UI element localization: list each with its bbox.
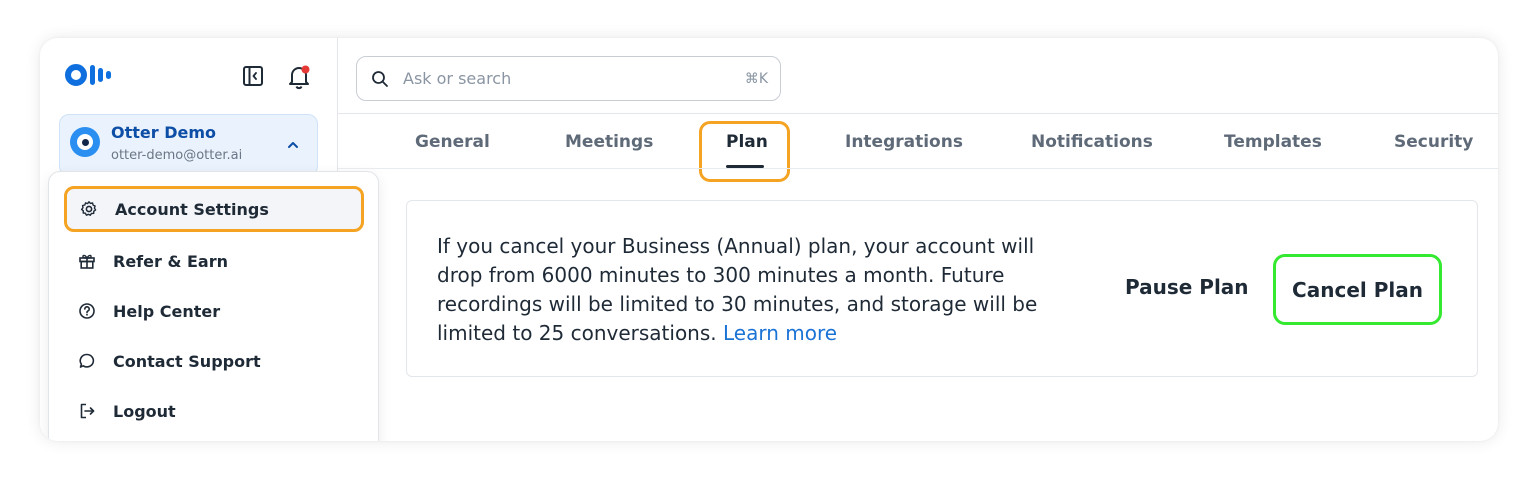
otter-logo[interactable] [65,64,111,86]
search-icon [370,69,390,89]
gift-icon [76,250,98,272]
chevron-up-icon[interactable] [286,137,300,156]
search-placeholder: Ask or search [403,69,512,88]
app-window: Otter Demo otter-demo@otter.ai Account S… [40,38,1498,441]
tab-security[interactable]: Security [1394,132,1473,152]
avatar [70,127,100,157]
menu-item-label: Help Center [113,301,221,321]
menu-item-contact-support[interactable]: Contact Support [65,338,363,384]
menu-item-refer-earn[interactable]: Refer & Earn [65,238,363,284]
cancel-plan-label: Cancel Plan [1292,277,1423,302]
cancel-plan-panel: If you cancel your Business (Annual) pla… [406,200,1478,377]
tab-meetings[interactable]: Meetings [565,132,653,152]
tab-plan[interactable]: Plan [726,132,768,152]
user-name: Otter Demo [111,123,217,142]
cancel-plan-button[interactable]: Cancel Plan [1273,254,1442,325]
tab-integrations[interactable]: Integrations [845,132,963,152]
bell-icon[interactable] [286,64,312,90]
menu-item-label: Account Settings [115,199,269,219]
tab-templates[interactable]: Templates [1224,132,1322,152]
gear-icon [78,198,100,220]
user-card[interactable]: Otter Demo otter-demo@otter.ai [59,114,318,176]
menu-item-label: Contact Support [113,351,261,371]
logout-icon [76,400,98,422]
menu-item-help-center[interactable]: Help Center [65,288,363,334]
search-input[interactable]: Ask or search ⌘K [356,56,781,101]
menu-item-label: Refer & Earn [113,251,228,271]
help-icon [76,300,98,322]
chat-icon [76,350,98,372]
learn-more-link[interactable]: Learn more [723,321,837,345]
user-email: otter-demo@otter.ai [111,148,243,163]
account-menu: Account Settings Refer & Earn Help Cente… [48,171,379,441]
pause-plan-button[interactable]: Pause Plan [1125,275,1249,299]
tab-notifications[interactable]: Notifications [1031,132,1153,152]
menu-item-logout[interactable]: Logout [65,388,363,434]
header-divider [338,113,1498,114]
tabs-divider [338,168,1498,169]
sidebar-collapse-icon[interactable] [242,65,264,87]
menu-item-label: Logout [113,401,176,421]
cancel-plan-message: If you cancel your Business (Annual) pla… [437,232,1077,348]
tab-general[interactable]: General [415,132,490,152]
search-shortcut: ⌘K [744,70,768,87]
menu-item-account-settings[interactable]: Account Settings [64,186,364,232]
